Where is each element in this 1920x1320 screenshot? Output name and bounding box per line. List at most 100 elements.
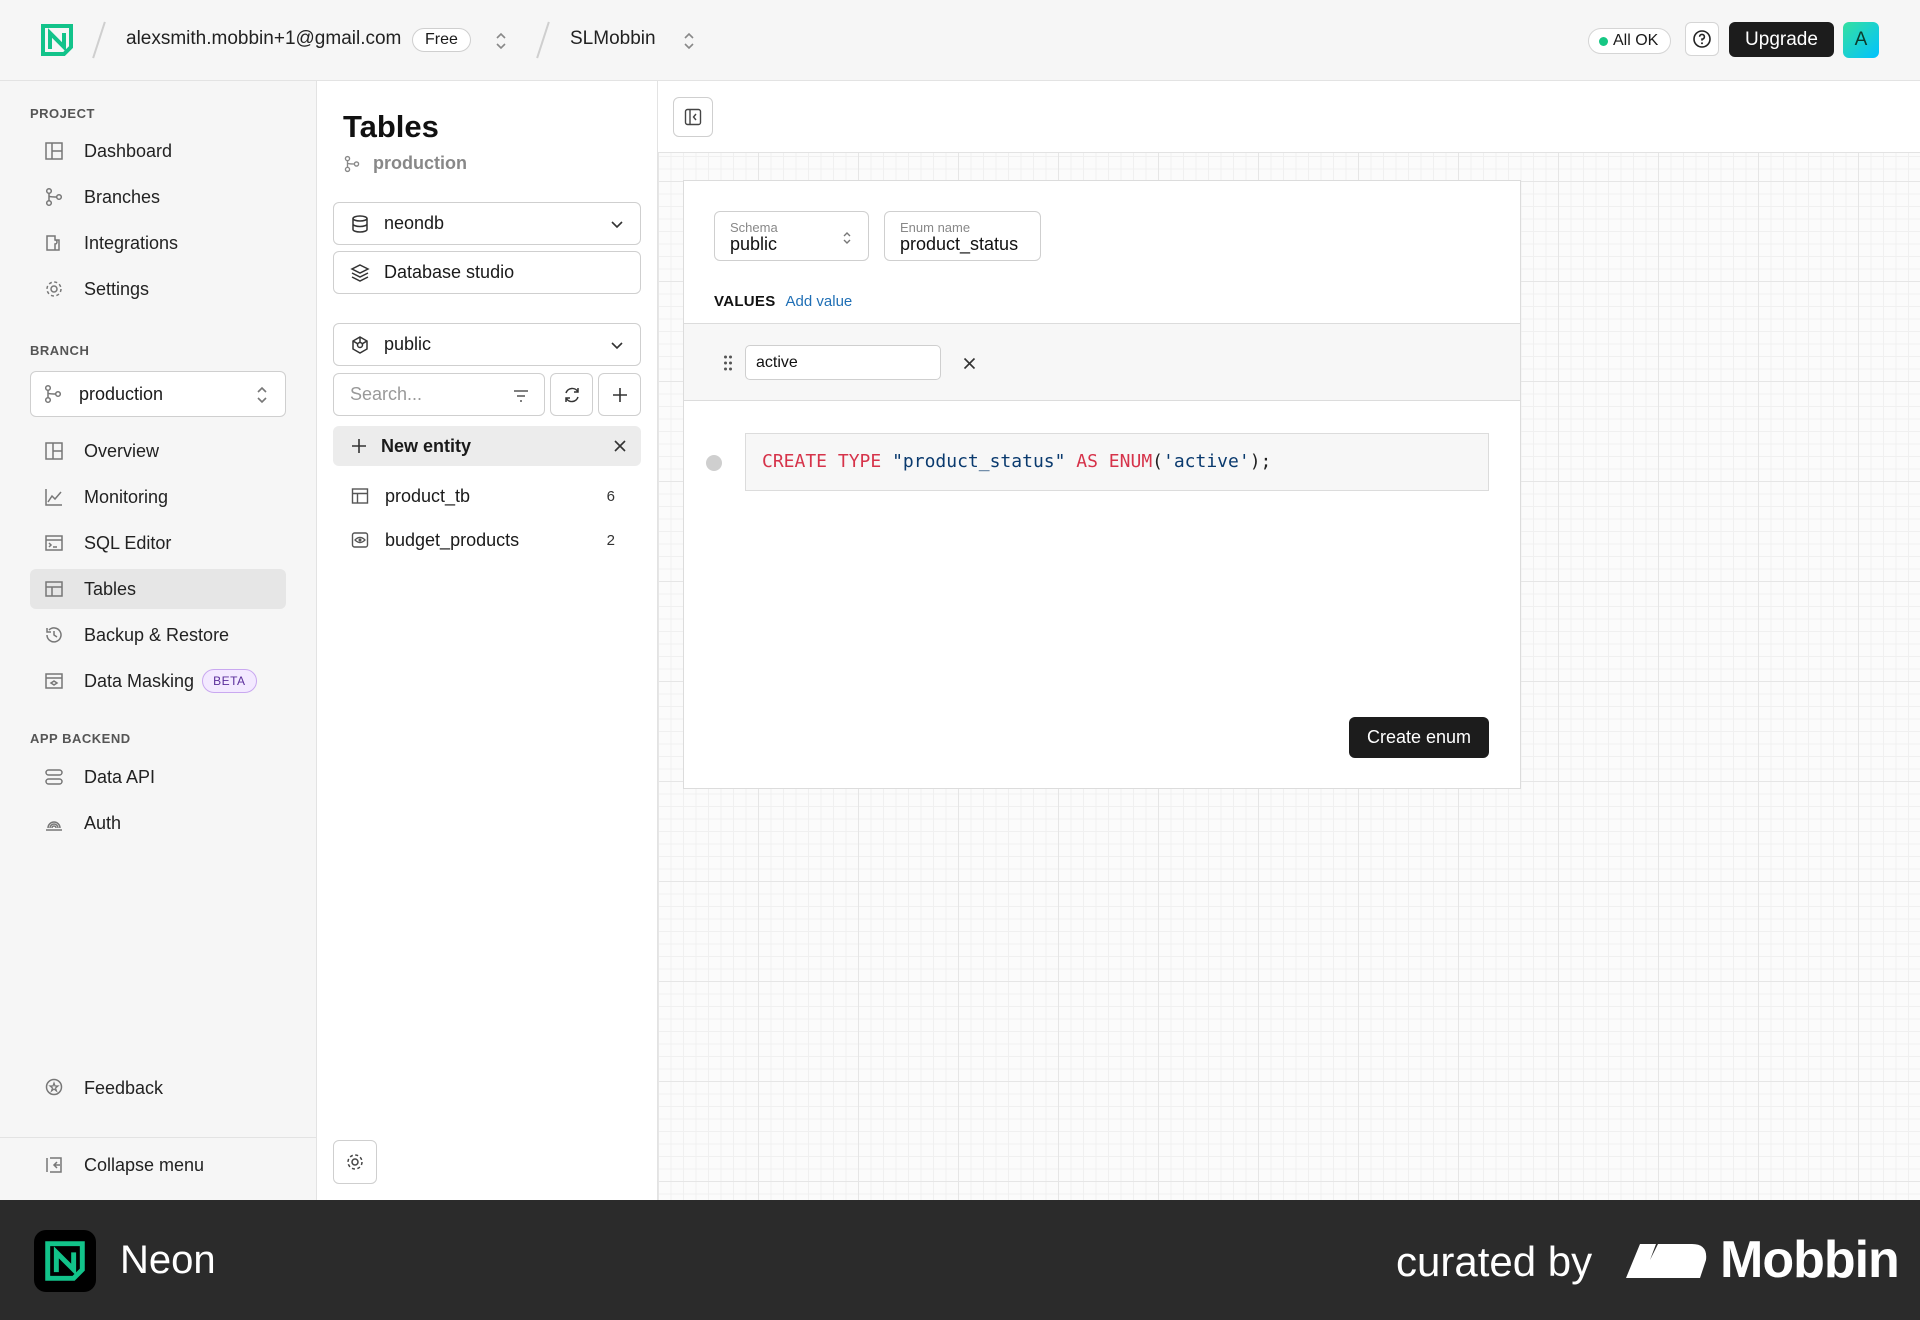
nav-item-label: Integrations [84,232,179,253]
status-badge[interactable]: All OK [1588,28,1672,54]
nav-item-integrations[interactable]: Integrations [30,223,286,263]
nav-item-label: Tables [84,578,137,599]
account-switcher-icon[interactable] [494,30,508,52]
plus-icon [612,387,627,402]
nav-item-label: Settings [84,278,150,299]
divider [0,1137,316,1138]
view-icon [351,532,369,548]
help-button[interactable] [1685,22,1719,56]
create-enum-button[interactable]: Create enum [1349,717,1489,758]
nav-item-label: Dashboard [84,140,173,161]
nav-item-overview[interactable]: Overview [30,431,286,471]
canvas[interactable]: Schema public Enum name product_status V… [658,81,1920,1200]
search-input[interactable] [350,384,500,405]
filter-icon[interactable] [512,387,530,405]
nav-item-monitoring[interactable]: Monitoring [30,477,286,517]
nav-item-label: Data Masking [84,670,195,691]
entity-item[interactable]: product_tb 6 [333,476,641,516]
app-name: Neon [120,1238,216,1282]
nav-item-backup-restore[interactable]: Backup & Restore [30,615,286,655]
auth-icon [46,821,62,831]
nav-item-settings[interactable]: Settings [30,269,286,309]
curated-by-text: curated by [1396,1238,1593,1285]
separator [92,21,106,59]
add-entity-button[interactable] [598,373,641,416]
canvas-toolbar [658,81,1920,153]
gear-icon [46,281,62,297]
upgrade-button[interactable]: Upgrade [1729,22,1834,57]
current-branch-label: production [373,153,467,173]
sql-punctuation: ( [1152,451,1163,472]
branches-icon [344,155,360,172]
nav-item-tables[interactable]: Tables [30,569,286,609]
collapse-menu-button[interactable]: Collapse menu [30,1145,286,1185]
nav-item-data-masking[interactable]: Data Masking BETA [30,661,286,701]
enum-value-input[interactable] [745,345,941,380]
close-icon[interactable] [963,357,976,370]
database-select-value: neondb [384,213,445,233]
left-nav: PROJECT Dashboard Branches Integrations … [0,81,317,1200]
overview-icon [45,442,63,460]
data-api-icon [45,769,63,785]
chevron-updown-icon [257,386,267,404]
nav-item-data-api[interactable]: Data API [30,757,286,797]
branch-selector[interactable]: production [30,371,286,417]
chevron-updown-icon [843,232,851,244]
drag-handle-icon[interactable] [722,353,734,373]
sidebar-toggle-icon [684,108,702,126]
chevron-down-icon [611,221,623,229]
account-email[interactable]: alexsmith.mobbin+1@gmail.com [126,28,401,50]
project-name[interactable]: SLMobbin [570,28,656,50]
refresh-button[interactable] [550,373,593,416]
database-select[interactable]: neondb [333,202,641,245]
new-entity-item[interactable]: New entity [333,426,641,466]
sql-literal: 'active' [1163,451,1250,472]
sql-preview: CREATE TYPE "product_status" AS ENUM('ac… [745,433,1489,491]
panel-settings-button[interactable] [333,1140,377,1184]
app-backend-section-label: APP BACKEND [30,731,131,746]
avatar[interactable]: A [1843,22,1879,58]
search-field[interactable] [333,373,545,416]
database-studio-button[interactable]: Database studio [333,251,641,294]
branches-icon [44,384,62,404]
sql-keyword: AS ENUM [1076,451,1153,472]
gear-icon [347,1154,363,1170]
neon-logo-icon[interactable] [40,23,74,57]
branch-selector-value: production [79,383,164,404]
data-masking-icon [45,673,63,689]
enum-name-field-value: product_status [900,234,1019,254]
nav-item-label: SQL Editor [84,532,172,553]
nav-item-branches[interactable]: Branches [30,177,286,217]
values-header: VALUES Add value [714,293,852,310]
close-icon[interactable] [613,439,627,453]
current-branch: production [343,153,467,174]
sql-type-name: "product_status" [892,451,1066,472]
refresh-icon [564,387,579,402]
database-studio-label: Database studio [384,262,515,282]
schema-select-value: public [384,334,432,354]
add-value-link[interactable]: Add value [786,293,853,310]
chevron-down-icon [611,342,623,350]
nav-item-sql-editor[interactable]: SQL Editor [30,523,286,563]
nav-item-auth[interactable]: Auth [30,803,286,843]
schema-field[interactable]: Schema public [714,211,869,261]
entity-name: budget_products [385,529,520,550]
toggle-sidebar-button[interactable] [673,97,713,137]
plus-icon [352,439,366,453]
project-section-label: PROJECT [30,106,95,121]
layers-icon [350,263,370,282]
footer-banner: Neon curated by Mobbin [0,1200,1920,1320]
new-entity-label: New entity [381,435,472,456]
nav-item-dashboard[interactable]: Dashboard [30,131,286,171]
project-switcher-icon[interactable] [682,30,696,52]
enum-name-field[interactable]: Enum name product_status [884,211,1041,261]
feedback-button[interactable]: Feedback [30,1068,286,1108]
schema-select[interactable]: public [333,323,641,366]
entity-item[interactable]: budget_products 2 [333,520,641,560]
neon-logo-icon [34,1230,96,1292]
sql-status-indicator [706,455,722,471]
schema-icon [352,335,368,354]
collapse-menu-label: Collapse menu [84,1154,205,1175]
beta-badge: BETA [202,669,257,693]
enum-name-field-label: Enum name [900,220,971,235]
